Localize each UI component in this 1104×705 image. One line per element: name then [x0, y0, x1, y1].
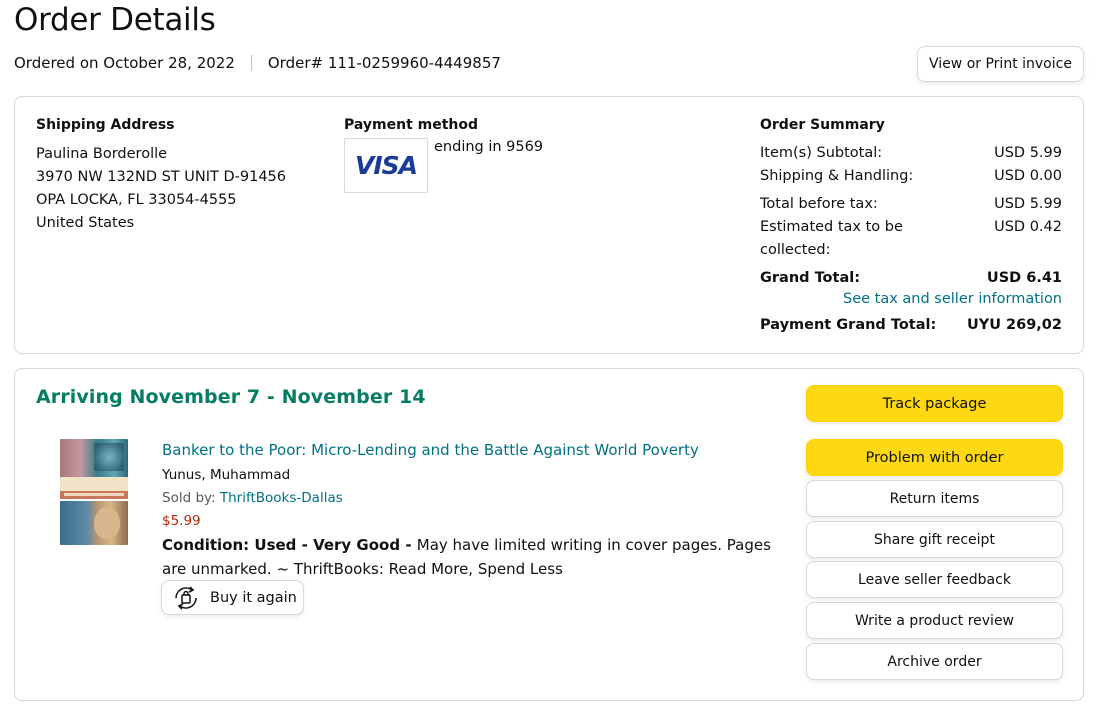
- shipping-address-heading: Shipping Address: [36, 117, 175, 133]
- order-info-card: Shipping Address Paulina Borderolle 3970…: [14, 96, 1084, 354]
- payment-grand-total-value: UYU 269,02: [966, 317, 1062, 333]
- seller-link[interactable]: ThriftBooks-Dallas: [220, 490, 343, 506]
- arrival-status: Arriving November 7 - November 14: [36, 386, 426, 408]
- page-title: Order Details: [14, 2, 216, 38]
- summary-row-shipping: Shipping & Handling: USD 0.00: [760, 165, 1062, 188]
- subtotal-label: Item(s) Subtotal:: [760, 145, 883, 161]
- shipping-value: USD 0.00: [994, 168, 1062, 184]
- summary-row-before-tax: Total before tax: USD 5.99: [760, 193, 1062, 216]
- sold-by-label: Sold by:: [162, 490, 220, 506]
- tax-label-line2: collected:: [760, 242, 831, 258]
- share-gift-receipt-button[interactable]: Share gift receipt: [806, 521, 1063, 558]
- tax-label: Estimated tax to be collected:: [760, 216, 903, 262]
- address-street: 3970 NW 132ND ST UNIT D-91456: [36, 169, 286, 185]
- visa-logo: VISA: [354, 151, 418, 180]
- buy-again-icon: [172, 585, 200, 610]
- product-price: $5.99: [162, 513, 201, 529]
- address-city: OPA LOCKA, FL 33054-4555: [36, 192, 237, 208]
- card-ending: ending in 9569: [434, 139, 544, 155]
- grand-total-label: Grand Total:: [760, 270, 860, 286]
- ordered-on-date: Ordered on October 28, 2022: [14, 54, 235, 72]
- order-meta: Ordered on October 28, 2022 Order# 111-0…: [14, 54, 501, 72]
- before-tax-value: USD 5.99: [994, 196, 1062, 212]
- grand-total-value: USD 6.41: [986, 270, 1062, 286]
- product-title-link[interactable]: Banker to the Poor: Micro-Lending and th…: [162, 441, 699, 459]
- write-product-review-button[interactable]: Write a product review: [806, 602, 1063, 639]
- visa-card-icon: VISA: [344, 138, 428, 193]
- tax-seller-info-link[interactable]: See tax and seller information: [843, 291, 1062, 307]
- summary-row-subtotal: Item(s) Subtotal: USD 5.99: [760, 142, 1062, 165]
- problem-with-order-button[interactable]: Problem with order: [806, 439, 1063, 476]
- subtotal-value: USD 5.99: [994, 145, 1062, 161]
- shipping-label: Shipping & Handling:: [760, 168, 914, 184]
- book-cover-image[interactable]: [60, 439, 128, 545]
- address-name: Paulina Borderolle: [36, 146, 168, 162]
- product-condition: Condition: Used - Very Good - May have l…: [162, 533, 782, 581]
- shipment-card: Arriving November 7 - November 14 Banker…: [14, 368, 1084, 701]
- track-package-button[interactable]: Track package: [806, 385, 1063, 422]
- order-number: Order# 111-0259960-4449857: [267, 54, 501, 72]
- condition-label: Condition: Used - Very Good -: [162, 536, 417, 554]
- summary-row-tax: Estimated tax to be collected: USD 0.42: [760, 216, 1062, 262]
- product-author: Yunus, Muhammad: [162, 467, 291, 483]
- sold-by: Sold by: ThriftBooks-Dallas: [162, 490, 343, 506]
- payment-grand-total-label: Payment Grand Total:: [760, 317, 937, 333]
- return-items-button[interactable]: Return items: [806, 480, 1063, 517]
- summary-row-grand-total: Grand Total: USD 6.41: [760, 267, 1062, 290]
- tax-label-line1: Estimated tax to be: [760, 219, 903, 235]
- shipping-address: Paulina Borderolle 3970 NW 132ND ST UNIT…: [36, 143, 286, 235]
- summary-row-payment-grand-total: Payment Grand Total: UYU 269,02: [760, 314, 1062, 337]
- buy-it-again-label: Buy it again: [210, 589, 297, 606]
- order-summary-heading: Order Summary: [760, 117, 885, 133]
- divider: [250, 55, 252, 71]
- view-print-invoice-button[interactable]: View or Print invoice: [917, 46, 1084, 82]
- leave-seller-feedback-button[interactable]: Leave seller feedback: [806, 561, 1063, 598]
- before-tax-label: Total before tax:: [760, 196, 878, 212]
- payment-method-heading: Payment method: [344, 117, 479, 133]
- archive-order-button[interactable]: Archive order: [806, 643, 1063, 680]
- buy-it-again-button[interactable]: Buy it again: [161, 580, 304, 615]
- address-country: United States: [36, 215, 135, 231]
- tax-value: USD 0.42: [994, 219, 1062, 235]
